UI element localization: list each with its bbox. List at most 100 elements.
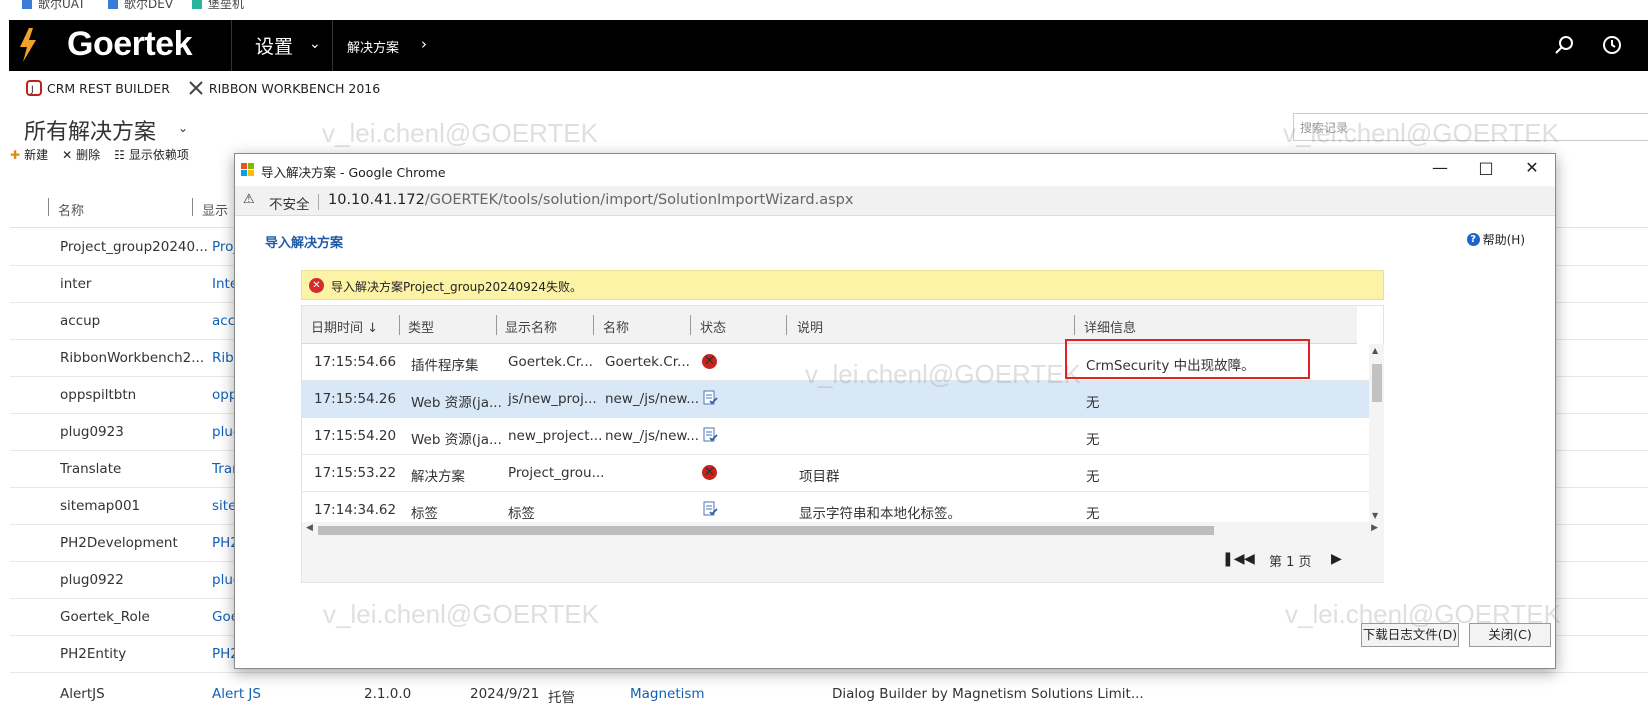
search-icon[interactable] (1553, 34, 1575, 56)
close-button[interactable]: 关闭(C) (1469, 623, 1551, 647)
log-detail: 无 (1086, 432, 1100, 448)
bookmark-bastion[interactable]: 堡垒机 (192, 0, 244, 12)
row-display[interactable]: plug (212, 572, 234, 588)
vertical-scrollbar[interactable]: ▲ ▼ (1369, 344, 1384, 522)
next-page-icon[interactable]: ▶ (1331, 551, 1342, 567)
chevron-right-icon[interactable]: › (421, 35, 427, 53)
row-display[interactable]: PH2D (212, 535, 234, 551)
log-display: new_project... (508, 428, 603, 444)
row-name: Project_group20240... (60, 239, 208, 255)
delete-button[interactable]: ✕ 删除 (62, 146, 100, 163)
log-display: Project_grou... (508, 465, 605, 481)
dialog-titlebar[interactable]: 导入解决方案 - Google Chrome — □ ✕ (235, 154, 1555, 186)
scroll-left-icon[interactable]: ◀ (306, 523, 313, 533)
scroll-thumb[interactable] (318, 526, 1214, 535)
success-status-icon (702, 501, 718, 517)
dynamics-bolt-icon[interactable] (17, 28, 39, 62)
crm-rest-builder-button[interactable]: J CRM REST BUILDER (26, 80, 170, 96)
row-display[interactable]: Alert JS (212, 686, 261, 702)
chevron-down-icon[interactable]: ⌄ (178, 121, 188, 135)
new-button[interactable]: ✚ 新建 (10, 146, 48, 163)
column-divider (690, 315, 691, 335)
log-time: 17:15:53.22 (314, 465, 397, 481)
address-divider (318, 194, 319, 210)
row-display[interactable]: Proj (212, 239, 234, 255)
log-row[interactable]: 17:15:53.22 解决方案 Project_grou... ✕ 项目群 无 (302, 455, 1369, 492)
log-row[interactable]: 17:15:54.20 Web 资源(ja... new_project... new… (302, 418, 1369, 455)
scroll-thumb[interactable] (1372, 364, 1382, 402)
download-log-button[interactable]: 下载日志文件(D) (1361, 623, 1459, 647)
brand-logo[interactable]: Goertek (67, 25, 193, 64)
ribbon-workbench-button[interactable]: RIBBON WORKBENCH 2016 (188, 80, 380, 96)
log-type: 解决方案 (411, 469, 465, 485)
layers-icon (192, 0, 202, 9)
highlight-annotation (1065, 339, 1310, 379)
crm-rest-builder-icon: J (26, 80, 42, 96)
row-display[interactable]: PH2E (212, 646, 234, 662)
scroll-up-icon[interactable]: ▲ (1372, 346, 1378, 355)
log-time: 17:15:54.66 (314, 354, 397, 370)
column-type[interactable]: 类型 (408, 317, 434, 336)
nav-solutions[interactable]: 解决方案 (347, 37, 399, 56)
log-name: new_/js/new... (605, 391, 700, 407)
close-icon: ✕ (62, 147, 73, 162)
row-display[interactable]: plug (212, 424, 234, 440)
page-title[interactable]: 所有解决方案 (24, 114, 156, 146)
scroll-right-icon[interactable]: ▶ (1371, 523, 1378, 533)
previous-page-icon[interactable]: ◀ (1244, 551, 1255, 567)
log-display: Goertek.Cr... (508, 354, 593, 370)
column-status[interactable]: 状态 (700, 317, 726, 336)
row-name: PH2Entity (60, 646, 127, 662)
column-display[interactable]: 显示 (202, 200, 228, 219)
warning-icon: ⚠ (243, 192, 255, 207)
history-icon[interactable] (1601, 34, 1623, 56)
row-display[interactable]: sitem (212, 498, 234, 514)
column-datetime[interactable]: 日期时间 ↓ (311, 317, 378, 336)
row-display[interactable]: Goer (212, 609, 234, 625)
watermark: v_lei.chenl@GOERTEK (323, 599, 599, 629)
insecure-label[interactable]: 不安全 (269, 193, 310, 213)
column-description[interactable]: 说明 (797, 317, 823, 336)
maximize-icon[interactable]: □ (1471, 158, 1501, 182)
show-dependencies-button[interactable]: ☷ 显示依赖项 (114, 146, 189, 163)
horizontal-scrollbar[interactable]: ◀ ▶ (302, 522, 1384, 538)
row-name: plug0922 (60, 572, 124, 588)
row-display[interactable]: Trans (212, 461, 234, 477)
url-text[interactable]: 10.10.41.172/GOERTEK/tools/solution/impo… (328, 192, 853, 208)
log-type: Web 资源(ja... (411, 432, 502, 448)
column-name[interactable]: 名称 (58, 200, 84, 219)
log-row[interactable]: 17:15:54.26 Web 资源(ja... js/new_proj... new… (302, 381, 1369, 418)
row-name: sitemap001 (60, 498, 141, 514)
column-display-name[interactable]: 显示名称 (505, 317, 557, 336)
row-publisher[interactable]: Magnetism (630, 686, 705, 702)
error-status-icon: ✕ (702, 353, 717, 369)
row-name: PH2Development (60, 535, 178, 551)
column-divider (593, 315, 594, 335)
column-details[interactable]: 详细信息 (1084, 317, 1136, 336)
log-time: 17:15:54.26 (314, 391, 397, 407)
bookmark-dev[interactable]: 歌尔DEV (108, 0, 173, 12)
url-path: /GOERTEK/tools/solution/import/SolutionI… (424, 192, 854, 208)
column-divider (399, 315, 400, 335)
row-display[interactable]: opps (212, 387, 234, 403)
table-row[interactable]: AlertJS Alert JS 2.1.0.0 2024/9/21 托管 Ma… (10, 676, 1648, 708)
nav-settings[interactable]: 设置 (255, 32, 293, 59)
dependencies-icon: ☷ (114, 147, 125, 162)
chevron-down-icon[interactable]: ⌄ (309, 36, 321, 52)
close-icon[interactable]: ✕ (1517, 158, 1547, 182)
bookmark-uat[interactable]: 歌尔UAT (22, 0, 85, 12)
search-records-input[interactable]: 搜索记录 (1293, 113, 1648, 141)
help-button[interactable]: ? 帮助(H) (1466, 231, 1525, 248)
first-page-icon[interactable]: ❚◀ (1222, 551, 1245, 567)
scroll-down-icon[interactable]: ▼ (1372, 511, 1378, 520)
column-name[interactable]: 名称 (603, 317, 629, 336)
row-display[interactable]: Inter (212, 276, 234, 292)
error-icon: ✕ (309, 278, 324, 293)
tools-icon (189, 81, 203, 95)
help-icon: ? (1466, 233, 1480, 246)
address-bar[interactable]: ⚠ 不安全 10.10.41.172/GOERTEK/tools/solutio… (235, 186, 1555, 216)
row-display[interactable]: Ribb (212, 350, 234, 366)
row-display[interactable]: accu (212, 313, 234, 329)
minimize-icon[interactable]: — (1425, 158, 1455, 182)
column-divider (1074, 315, 1075, 335)
